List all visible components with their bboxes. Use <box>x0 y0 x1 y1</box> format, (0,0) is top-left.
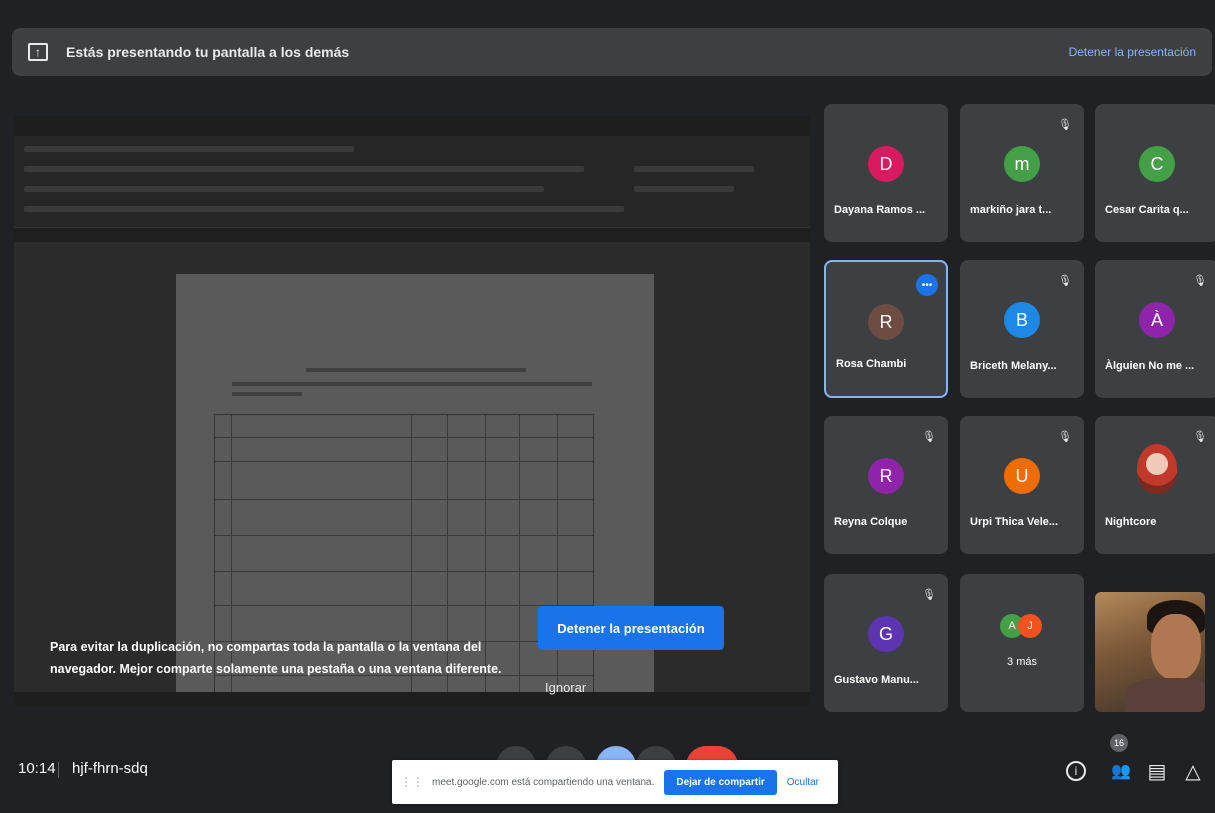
participant-name: Rosa Chambi <box>836 358 907 370</box>
sharing-text: meet.google.com está compartiendo una ve… <box>432 776 655 788</box>
participant-name: Dayana Ramos ... <box>834 204 926 216</box>
avatar: À <box>1139 302 1175 338</box>
duplication-warning: Para evitar la duplicación, no compartas… <box>50 640 502 676</box>
participant-name: Reyna Colque <box>834 516 908 528</box>
participant-tile[interactable]: U Urpi Thica Vele... 🎙 <box>960 416 1084 554</box>
stop-presenting-button[interactable]: Detener la presentación <box>538 606 724 650</box>
presenting-banner: ↑ Estás presentando tu pantalla a los de… <box>12 28 1212 76</box>
avatar: C <box>1139 146 1175 182</box>
word-ruler <box>14 228 810 242</box>
participant-tile[interactable]: C Cesar Carita q... <box>1095 104 1215 242</box>
participant-tile[interactable]: R Rosa Chambi ••• <box>824 260 948 398</box>
participant-name: markiño jara t... <box>970 204 1052 216</box>
participant-name: Nightcore <box>1105 516 1157 528</box>
avatar: D <box>868 146 904 182</box>
drag-handle-icon[interactable]: ⋮⋮ <box>400 775 424 789</box>
participant-tile[interactable]: À Àlguien No me ... 🎙 <box>1095 260 1215 398</box>
participant-count-badge: 16 <box>1110 734 1128 752</box>
avatar: R <box>868 458 904 494</box>
mic-off-icon: 🎙 <box>922 589 936 601</box>
people-icon[interactable]: 👥 <box>1108 758 1134 784</box>
word-title-bar <box>14 116 810 136</box>
info-icon[interactable]: i <box>1066 761 1086 781</box>
participant-tile[interactable]: Nightcore 🎙 <box>1095 416 1215 554</box>
sharing-notification-bar: ⋮⋮ meet.google.com está compartiendo una… <box>392 760 838 804</box>
participant-tile[interactable]: m markiño jara t... 🎙 <box>960 104 1084 242</box>
avatar: R <box>868 304 904 340</box>
avatar <box>1137 444 1177 494</box>
avatar: J <box>1018 614 1042 638</box>
self-video-tile[interactable] <box>1095 592 1205 712</box>
presenting-text: Estás presentando tu pantalla a los demá… <box>66 44 350 60</box>
divider <box>58 762 59 778</box>
clock-time: 10:14 <box>18 760 56 777</box>
mic-off-icon: 🎙 <box>1058 431 1072 443</box>
stop-sharing-button[interactable]: Dejar de compartir <box>664 769 777 795</box>
mic-off-icon: 🎙 <box>1193 431 1207 443</box>
mic-off-icon: 🎙 <box>922 431 936 443</box>
avatar: m <box>1004 146 1040 182</box>
present-to-all-icon: ↑ <box>28 43 48 61</box>
avatar: B <box>1004 302 1040 338</box>
participant-name: Àlguien No me ... <box>1105 360 1195 372</box>
word-ribbon <box>14 136 810 228</box>
mic-off-icon: 🎙 <box>1193 275 1207 287</box>
mic-off-icon: 🎙 <box>1058 275 1072 287</box>
avatar: G <box>868 616 904 652</box>
avatar: U <box>1004 458 1040 494</box>
participant-tile[interactable]: G Gustavo Manu... 🎙 <box>824 574 948 712</box>
stop-presenting-link[interactable]: Detener la presentación <box>1069 45 1196 59</box>
participant-name: Urpi Thica Vele... <box>970 516 1059 528</box>
participant-tile[interactable]: R Reyna Colque 🎙 <box>824 416 948 554</box>
participant-tile[interactable]: B Briceth Melany... 🎙 <box>960 260 1084 398</box>
mic-off-icon: 🎙 <box>1058 119 1072 131</box>
participant-name: Briceth Melany... <box>970 360 1057 372</box>
more-count-label: 3 más <box>1007 656 1037 668</box>
chat-icon[interactable]: ▤ <box>1144 758 1170 784</box>
participant-name: Cesar Carita q... <box>1105 204 1189 216</box>
word-status-bar <box>14 692 810 706</box>
participant-name: Gustavo Manu... <box>834 674 919 686</box>
activities-icon[interactable]: △ <box>1180 758 1206 784</box>
more-participants-tile[interactable]: A J 3 más <box>960 574 1084 712</box>
more-options-icon[interactable]: ••• <box>916 274 938 296</box>
meeting-code: hjf-fhrn-sdq <box>72 760 148 777</box>
hide-button[interactable]: Ocultar <box>787 777 819 788</box>
ignore-button[interactable]: Ignorar <box>545 680 586 695</box>
participant-tile[interactable]: D Dayana Ramos ... <box>824 104 948 242</box>
